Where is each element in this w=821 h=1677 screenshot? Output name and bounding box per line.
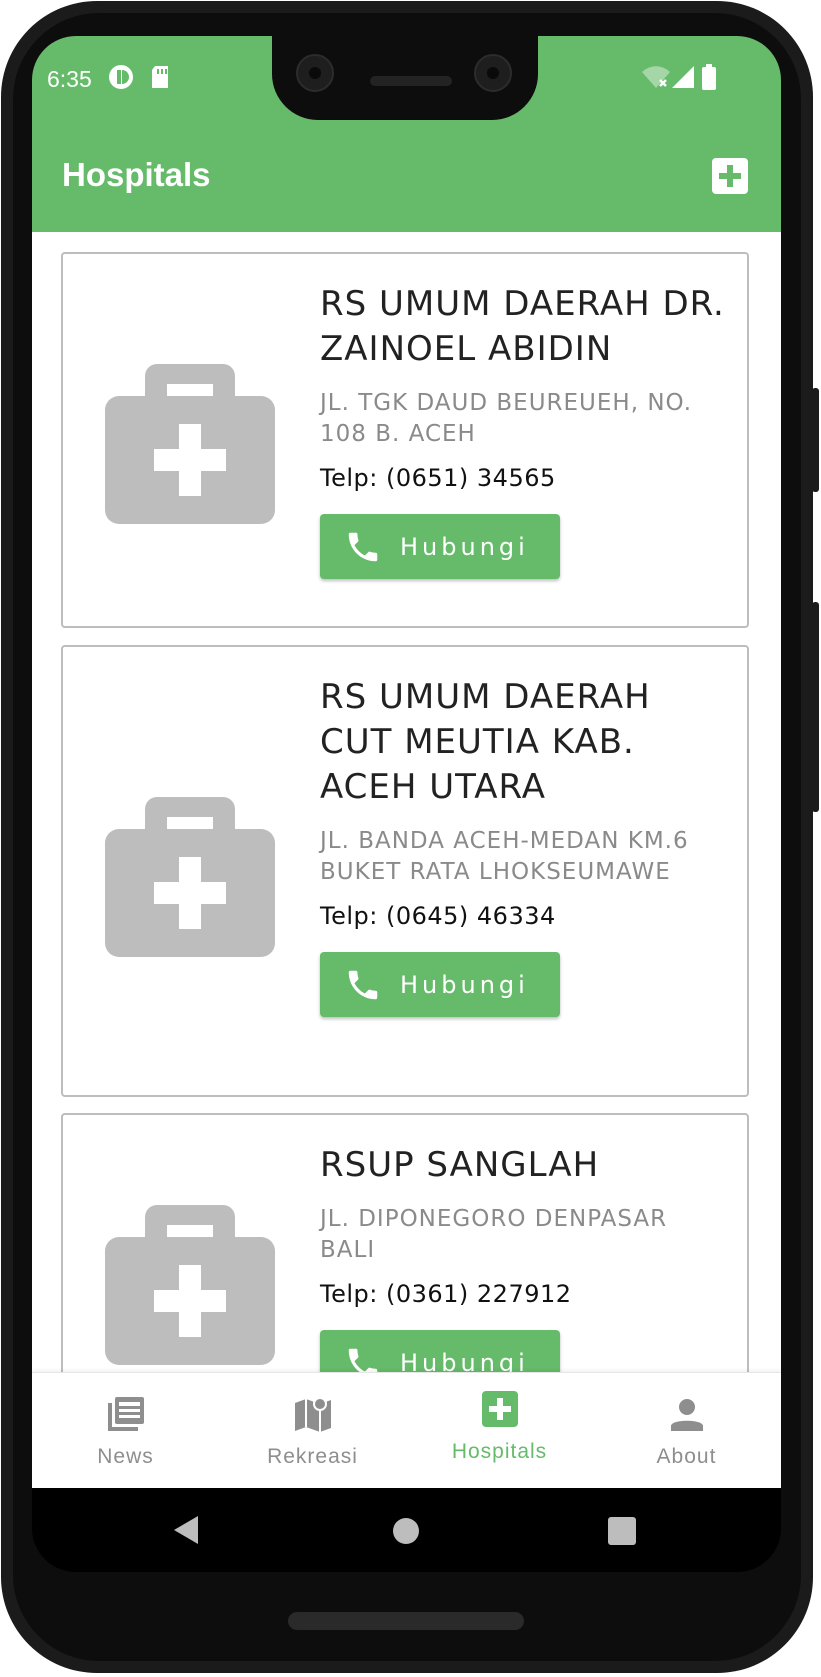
newspaper-icon	[106, 1395, 146, 1435]
status-time: 6:35	[47, 66, 92, 92]
hospital-phone: Telp: (0651) 34565	[320, 464, 556, 492]
hospital-name: RSUP SANGLAH	[320, 1145, 600, 1185]
app-bar: 6:35 Hospitals	[32, 36, 781, 232]
sd-card-icon	[150, 66, 170, 93]
medical-kit-icon	[105, 1195, 275, 1365]
nav-rekreasi-label: Rekreasi	[267, 1445, 358, 1468]
hospital-address: JL. BANDA ACEH-MEDAN KM.6 BUKET RATA LHO…	[320, 828, 689, 885]
battery-icon	[702, 64, 716, 95]
front-camera	[296, 54, 334, 92]
hospital-phone: Telp: (0645) 46334	[320, 902, 556, 930]
camera-notch	[272, 36, 538, 120]
medical-kit-icon	[105, 787, 275, 957]
hospital-address: JL. DIPONEGORO DENPASAR BALI	[320, 1206, 668, 1263]
power-button	[812, 388, 819, 492]
hospital-list[interactable]: RS UMUM DAERAH DR. ZAINOEL ABIDIN JL. TG…	[32, 232, 781, 1372]
screen: 6:35 Hospitals RS UMUM DAERAH DR. ZAINOE…	[32, 36, 781, 1572]
call-button-label: Hubungi	[400, 1348, 529, 1373]
call-button[interactable]: Hubungi	[320, 952, 560, 1017]
hospital-card: RSUP SANGLAH JL. DIPONEGORO DENPASAR BAL…	[61, 1113, 749, 1372]
home-icon[interactable]	[392, 1517, 420, 1550]
call-button-label: Hubungi	[400, 970, 529, 999]
call-button[interactable]: Hubungi	[320, 1330, 560, 1372]
app-notification-icon	[108, 64, 134, 95]
page-title: Hospitals	[62, 156, 211, 193]
hospital-address: JL. TGK DAUD BEUREUEH, NO. 108 B. ACEH	[320, 390, 693, 447]
earpiece	[370, 76, 452, 86]
hospital-card: RS UMUM DAERAH CUT MEUTIA KAB. ACEH UTAR…	[61, 645, 749, 1097]
bottom-speaker	[288, 1612, 524, 1630]
recents-icon[interactable]	[608, 1517, 636, 1550]
hospital-name: RS UMUM DAERAH CUT MEUTIA KAB. ACEH UTAR…	[320, 677, 651, 807]
call-button[interactable]: Hubungi	[320, 514, 560, 579]
add-box-icon	[712, 158, 748, 194]
person-icon	[667, 1395, 707, 1435]
nav-hospitals-label: Hospitals	[451, 1440, 548, 1463]
front-camera-2	[474, 54, 512, 92]
hospital-card: RS UMUM DAERAH DR. ZAINOEL ABIDIN JL. TG…	[61, 252, 749, 628]
hospital-name: RS UMUM DAERAH DR. ZAINOEL ABIDIN	[320, 284, 725, 369]
system-navigation-bar	[32, 1488, 781, 1572]
call-button-label: Hubungi	[400, 532, 529, 561]
nav-about[interactable]: About	[593, 1373, 780, 1489]
back-icon[interactable]	[172, 1514, 200, 1551]
hospital-phone: Telp: (0361) 227912	[320, 1280, 572, 1308]
signal-icon	[672, 66, 694, 93]
volume-button	[812, 602, 819, 812]
phone-icon	[348, 532, 378, 561]
bottom-navigation: News Rekreasi Hospitals About	[32, 1372, 781, 1489]
nav-news[interactable]: News	[32, 1373, 219, 1489]
phone-icon	[348, 970, 378, 999]
medical-kit-icon	[105, 354, 275, 524]
wifi-icon	[642, 66, 670, 93]
phone-icon	[348, 1348, 378, 1372]
add-hospital-button[interactable]	[712, 158, 748, 194]
nav-rekreasi[interactable]: Rekreasi	[219, 1373, 406, 1489]
nav-about-label: About	[656, 1445, 717, 1468]
hospital-icon	[480, 1391, 520, 1431]
map-icon	[293, 1395, 333, 1435]
nav-hospitals[interactable]: Hospitals	[406, 1373, 593, 1489]
nav-news-label: News	[97, 1445, 154, 1468]
